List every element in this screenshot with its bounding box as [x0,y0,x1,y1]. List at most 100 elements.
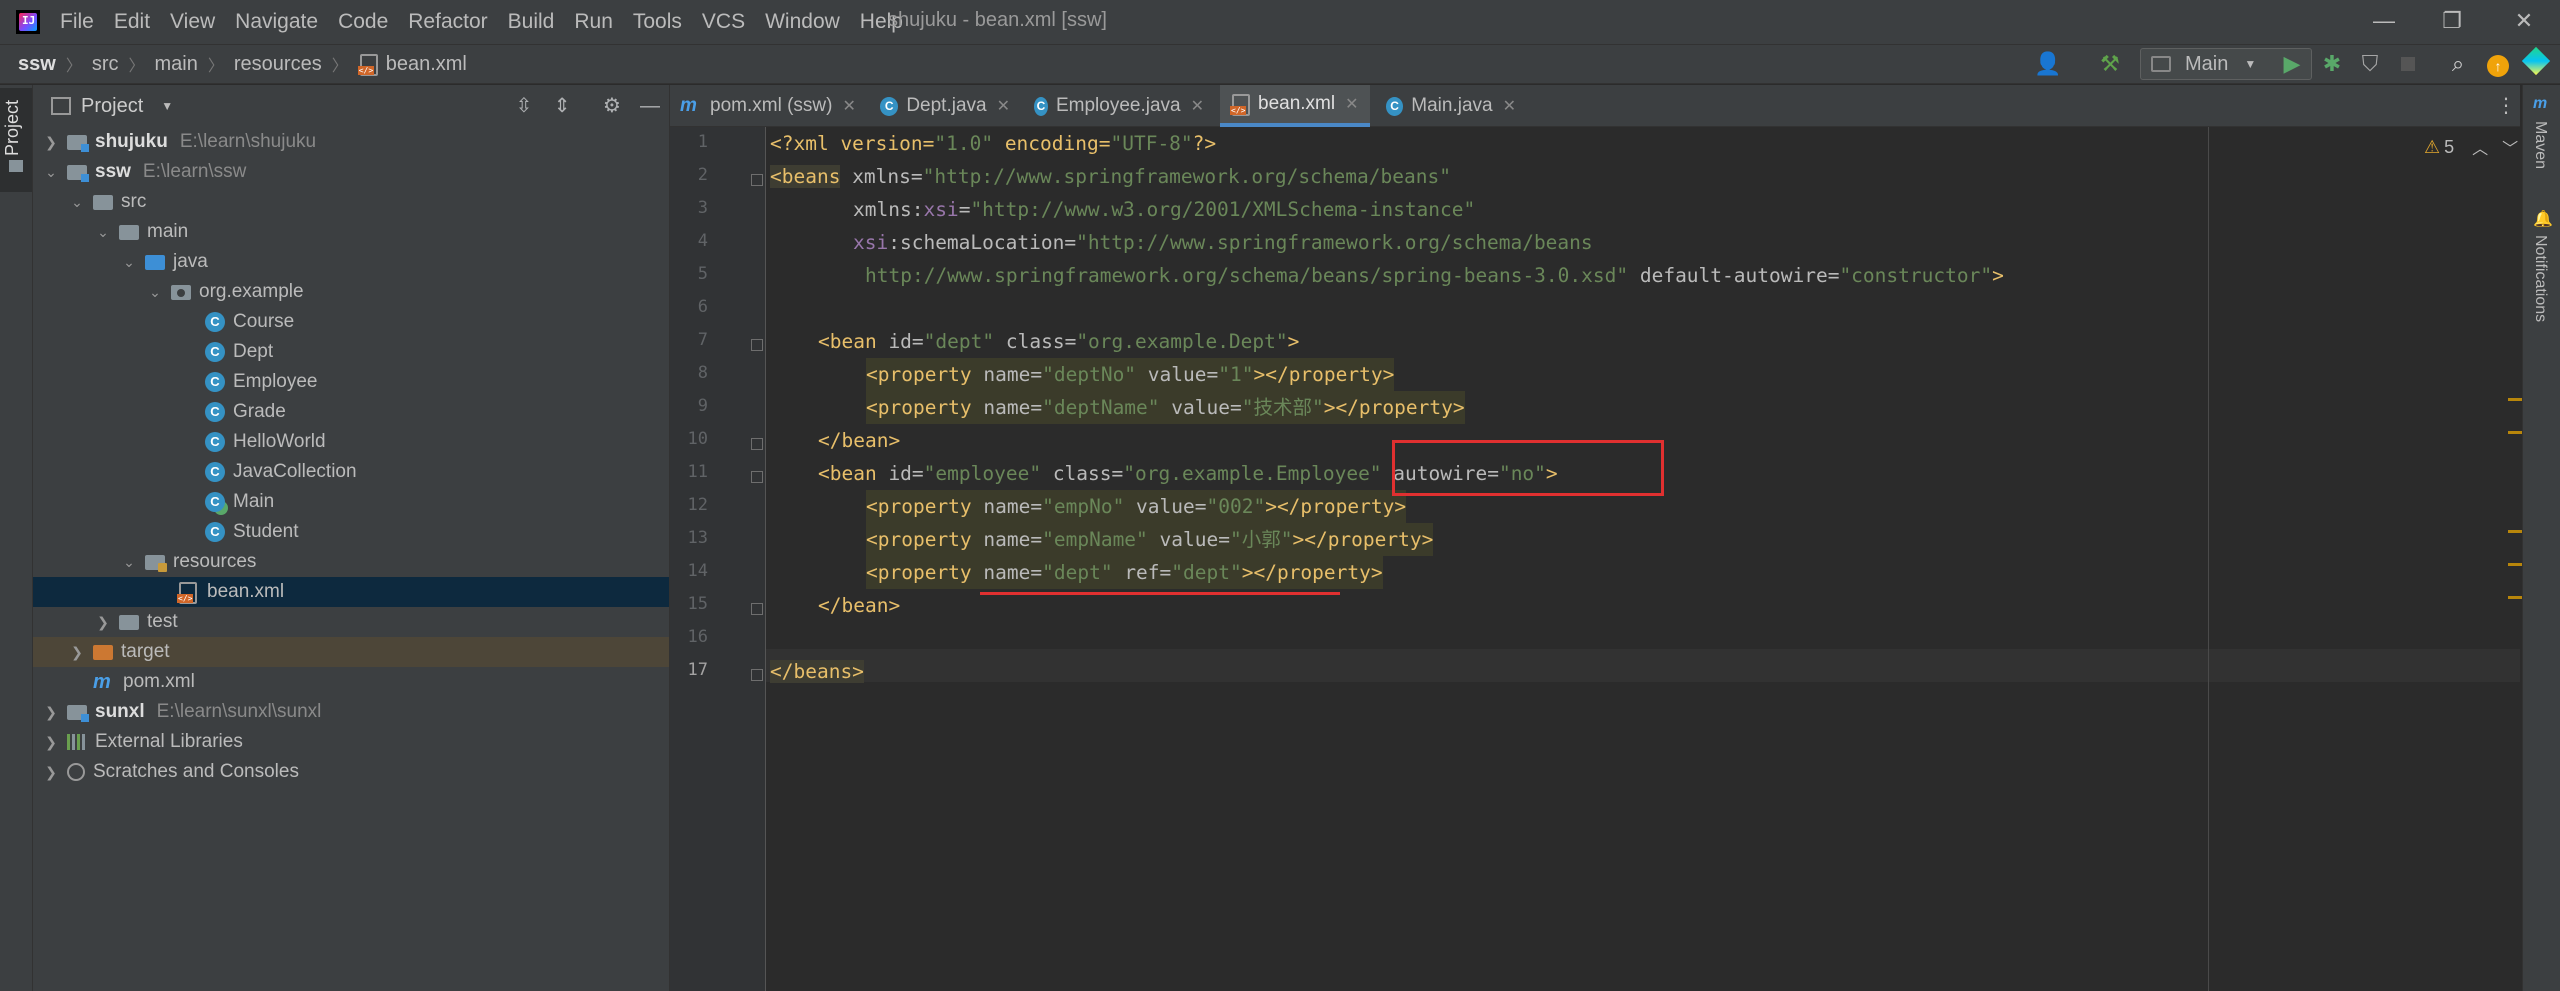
tree-item-dept[interactable]: C Dept [33,337,669,367]
code-line-15: </bean> [818,589,900,622]
tree-item-test[interactable]: ❯ test [33,607,669,637]
update-icon[interactable]: ↑ [2484,50,2512,78]
minimize-icon[interactable]: — [2364,6,2404,36]
tree-item-employee[interactable]: C Employee [33,367,669,397]
jetbrains-icon[interactable] [2521,46,2551,78]
menu-navigate[interactable]: Navigate [235,10,318,34]
tree-item-bean-xml[interactable]: bean.xml [33,577,669,607]
coverage-icon[interactable]: ⛉ [2356,50,2384,78]
tree-item-helloworld[interactable]: C HelloWorld [33,427,669,457]
code-editor[interactable]: 1 2 3 4 5 6 7 8 9 10 11 12 13 14 15 16 1… [670,127,2520,991]
menu-tools[interactable]: Tools [633,10,682,34]
tab-employee-java[interactable]: C Employee.java ✕ [1024,85,1214,127]
menu-refactor[interactable]: Refactor [408,10,487,34]
chevron-right-icon[interactable]: ❯ [41,704,61,721]
tab-dept-java[interactable]: C Dept.java ✕ [870,85,1020,127]
close-icon[interactable]: ✕ [1191,96,1204,116]
collapse-all-icon[interactable]: ⇕ [549,93,575,119]
close-window-icon[interactable]: ✕ [2504,6,2544,36]
left-tool-stripe [0,85,33,991]
chevron-right-icon[interactable]: ❯ [93,614,113,631]
tree-item-src[interactable]: ⌄ src [33,187,669,217]
fold-marker-icon[interactable] [751,603,763,615]
menu-file[interactable]: File [60,10,94,34]
tree-item-label: Dept [233,341,274,362]
project-view-title[interactable]: Project [81,95,143,118]
token: "empNo" [1042,495,1125,518]
chevron-down-icon: ▼ [2244,57,2257,71]
tree-item-org-example[interactable]: ⌄ org.example [33,277,669,307]
expand-all-icon[interactable]: ⇳ [511,93,537,119]
search-icon[interactable]: ⌕ [2444,50,2472,78]
debug-icon[interactable]: ✱ [2318,50,2346,78]
hide-panel-icon[interactable]: — [637,93,663,119]
menu-build[interactable]: Build [508,10,555,34]
menu-code[interactable]: Code [338,10,388,34]
tree-item-sunxl[interactable]: ❯ sunxl E:\learn\sunxl\sunxl [33,697,669,727]
chevron-right-icon[interactable]: ❯ [41,734,61,751]
tab-pom-xml[interactable]: m pom.xml (ssw) ✕ [670,85,866,127]
close-icon[interactable]: ✕ [997,96,1010,116]
maven-tool-window-label[interactable]: Maven [2531,121,2549,169]
chevron-down-icon[interactable]: ﹀ [2502,135,2518,159]
breadcrumb-resources[interactable]: resources [234,53,322,76]
breadcrumb-src[interactable]: src [92,53,119,76]
tree-item-grade[interactable]: C Grade [33,397,669,427]
breadcrumb-main[interactable]: main [155,53,198,76]
notifications-tool-window-label[interactable]: Notifications [2531,235,2549,322]
menu-edit[interactable]: Edit [114,10,150,34]
breadcrumb-ssw[interactable]: ssw [18,53,56,76]
tab-bean-xml[interactable]: bean.xml ✕ [1220,85,1370,127]
chevron-down-icon[interactable]: ⌄ [93,224,113,241]
breadcrumb-bean-xml[interactable]: bean.xml [386,53,467,76]
tree-item-target[interactable]: ❯ target [33,637,669,667]
stop-icon[interactable] [2394,50,2422,78]
user-icon[interactable]: 👤 [2034,50,2062,78]
gear-icon[interactable]: ⚙ [599,93,625,119]
tree-item-java[interactable]: ⌄ java [33,247,669,277]
fold-marker-icon[interactable] [751,438,763,450]
run-icon[interactable]: ▶ [2278,50,2306,78]
chevron-right-icon[interactable]: ❯ [41,134,61,151]
fold-marker-icon[interactable] [751,174,763,186]
chevron-right-icon[interactable]: ❯ [41,764,61,781]
tree-item-pom-xml[interactable]: m pom.xml [33,667,669,697]
menu-vcs[interactable]: VCS [702,10,745,34]
chevron-right-icon[interactable]: ❯ [67,644,87,661]
tab-main-java[interactable]: C Main.java ✕ [1376,85,1526,127]
fold-marker-icon[interactable] [751,339,763,351]
tree-item-scratches[interactable]: ❯ Scratches and Consoles [33,757,669,787]
chevron-up-icon[interactable]: ︿ [2472,135,2488,159]
tree-item-main[interactable]: ⌄ main [33,217,669,247]
tree-item-resources[interactable]: ⌄ resources [33,547,669,577]
menu-run[interactable]: Run [574,10,613,34]
close-icon[interactable]: ✕ [842,96,855,116]
fold-marker-icon[interactable] [751,669,763,681]
chevron-down-icon[interactable]: ⌄ [41,164,61,181]
tree-item-main-class[interactable]: C Main [33,487,669,517]
close-icon[interactable]: ✕ [1503,96,1516,116]
tree-item-student[interactable]: C Student [33,517,669,547]
restore-icon[interactable]: ❐ [2432,6,2472,36]
tree-item-javacollection[interactable]: C JavaCollection [33,457,669,487]
chevron-down-icon[interactable]: ▼ [161,99,173,113]
token: xsi [853,231,889,254]
tree-item-ssw[interactable]: ⌄ ssw E:\learn\ssw [33,157,669,187]
menu-view[interactable]: View [170,10,215,34]
inspection-widget[interactable]: ⚠ 5 ︿ ﹀ [2424,135,2518,159]
fold-marker-icon[interactable] [751,471,763,483]
chevron-down-icon[interactable]: ⌄ [67,194,87,211]
chevron-down-icon[interactable]: ⌄ [145,284,165,301]
tree-item-course[interactable]: C Course [33,307,669,337]
menu-window[interactable]: Window [765,10,840,34]
tree-item-label: resources [173,551,257,572]
build-hammer-icon[interactable]: ⚒ [2096,50,2124,78]
tree-item-external-libraries[interactable]: ❯ External Libraries [33,727,669,757]
project-tool-window-label[interactable]: Project [2,100,23,156]
more-tabs-icon[interactable]: ⋮ [2496,93,2516,118]
chevron-down-icon[interactable]: ⌄ [119,554,139,571]
chevron-down-icon[interactable]: ⌄ [119,254,139,271]
close-icon[interactable]: ✕ [1345,94,1358,114]
intellij-logo-icon[interactable] [16,10,40,34]
tree-item-shujuku[interactable]: ❯ shujuku E:\learn\shujuku [33,127,669,157]
